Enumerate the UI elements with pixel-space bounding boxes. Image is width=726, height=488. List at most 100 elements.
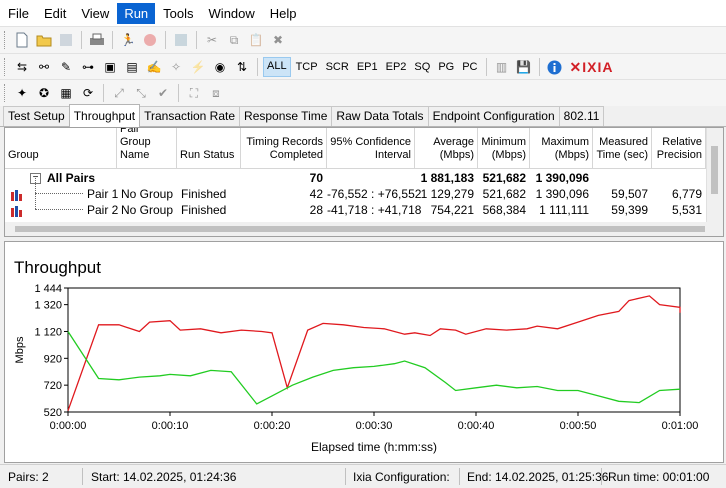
traffic-icon[interactable]: ✧ [167,58,185,76]
table-row[interactable]: Pair 1 No Group Finished 42 -76,552 : +7… [5,178,705,202]
x-tick-label: 0:00:10 [152,420,189,432]
filter-sq-button[interactable]: SQ [411,58,433,76]
menu-help[interactable]: Help [263,3,304,24]
edit-script-icon[interactable]: ✍ [145,58,163,76]
save-results-icon[interactable]: 💾 [515,58,533,76]
toolbar-view: ⇆ ⚯ ✎ ⊶ ▣ ▤ ✍ ✧ ⚡ ◉ ⇅ ALL TCP SCR EP1 EP… [0,53,726,80]
tab-throughput[interactable]: Throughput [68,104,141,127]
scrollbar-thumb[interactable] [15,226,705,232]
edit-pair-icon[interactable]: ✎ [57,58,75,76]
grid-tool-icon[interactable]: ▦ [57,84,75,102]
cycle-icon[interactable]: ⟳ [79,84,97,102]
options-icon[interactable]: ◉ [211,58,229,76]
run-icon[interactable]: 🏃 [119,31,137,49]
network-icon[interactable]: ⊶ [79,58,97,76]
minimum: 568,384 [482,203,526,217]
delete-icon[interactable]: ✖ [269,31,287,49]
run-status: Finished [181,203,227,217]
tab-802-11[interactable]: 802.11 [558,106,605,126]
tool-icon[interactable]: ✪ [35,84,53,102]
expand-icon[interactable]: ⤢ [110,84,128,102]
tree-line [35,178,36,193]
table-row[interactable]: Pair 2 No Group Finished 28 -41,718 : +4… [5,194,705,218]
timing-records: 28 [309,203,323,217]
toolbar-tools: ✦ ✪ ▦ ⟳ ⤢ ⤡ ✔ ⛶ ⧈ [0,79,726,106]
open-folder-icon[interactable] [35,31,53,49]
collapse-icon[interactable]: ⤡ [132,84,150,102]
filter-pg-button[interactable]: PG [435,58,457,76]
x-axis-label: Elapsed time (h:mm:ss) [311,440,437,454]
status-start: Start: 14.02.2025, 01:24:36 [91,470,237,484]
sort-icon[interactable]: ⇅ [233,58,251,76]
y-axis-label: Mbps [14,336,26,363]
timing-records: 42 [309,187,323,201]
menu-tools[interactable]: Tools [156,3,200,24]
menu-window[interactable]: Window [202,3,262,24]
wizard-icon[interactable]: ✦ [13,84,31,102]
menu-edit[interactable]: Edit [37,3,73,24]
column-header-measured-time[interactable]: Measured Time (sec) [593,128,652,169]
info-icon[interactable] [546,58,564,76]
throughput-chart: 1 444 1 320 1 120 920 720 520 0:00:00 0:00:10 0… [14,283,699,454]
tab-response-time[interactable]: Response Time [239,106,333,126]
pair-group-name: No Group [121,187,174,201]
column-header-run-status[interactable]: Run Status [177,128,241,169]
tab-raw-data-totals[interactable]: Raw Data Totals [331,106,429,126]
status-pairs: Pairs: 2 [8,470,49,484]
measured-time: 59,399 [611,203,648,217]
menu-file[interactable]: File [1,3,36,24]
column-header-confidence-interval[interactable]: 95% Confidence Interval [327,128,415,169]
filter-all-button[interactable]: ALL [263,57,291,77]
add-multicast-icon[interactable]: ⚯ [35,58,53,76]
x-tick-label: 0:01:00 [662,420,699,432]
tab-test-setup[interactable]: Test Setup [3,106,70,126]
ixia-logo: ✕IXIA [569,58,614,75]
status-run-time: Run time: 00:01:00 [608,470,710,484]
filter-scr-button[interactable]: SCR [323,58,352,76]
export-icon[interactable]: ▥ [493,58,511,76]
stop-icon[interactable] [141,31,159,49]
endpoint-icon[interactable]: ▣ [101,58,119,76]
x-tick-label: 0:00:50 [560,420,597,432]
pair-group-icon[interactable]: ▤ [123,58,141,76]
scrollbar-thumb[interactable] [711,146,718,194]
refresh-icon[interactable] [172,31,190,49]
filter-pc-button[interactable]: PC [459,58,480,76]
horizontal-scrollbar[interactable] [5,222,723,236]
filter-ep2-button[interactable]: EP2 [383,58,410,76]
all-pairs-maximum: 1 390,096 [535,171,589,185]
menu-view[interactable]: View [74,3,116,24]
column-header-timing-records[interactable]: Timing Records Completed [241,128,327,169]
y-tick-label: 520 [44,407,62,419]
print-icon[interactable] [88,31,106,49]
tab-endpoint-configuration[interactable]: Endpoint Configuration [427,106,560,126]
check-icon[interactable]: ✔ [154,84,172,102]
column-header-pair-group-name[interactable]: Pair Group Name [117,128,177,169]
column-header-group[interactable]: Group [5,128,117,169]
new-file-icon[interactable] [13,31,31,49]
tree-line [35,209,83,210]
tab-transaction-rate[interactable]: Transaction Rate [139,106,241,126]
save-icon[interactable] [57,31,75,49]
table-row-all-pairs[interactable]: − All Pairs 70 1 881,183 521,682 1 390,0… [5,170,705,186]
y-tick-label: 1 320 [34,300,62,312]
fullscreen-icon[interactable]: ⛶ [185,84,203,102]
column-header-average[interactable]: Average (Mbps) [415,128,478,169]
filter-tcp-button[interactable]: TCP [293,58,321,76]
cut-icon[interactable]: ✂ [203,31,221,49]
column-header-relative-precision[interactable]: Relative Precision [652,128,706,169]
wand-icon[interactable]: ⚡ [189,58,207,76]
copy-icon[interactable]: ⧉ [225,31,243,49]
relative-precision: 5,531 [671,203,702,217]
filter-ep1-button[interactable]: EP1 [354,58,381,76]
status-bar: Pairs: 2 Start: 14.02.2025, 01:24:36 Ixi… [0,464,726,488]
vertical-scrollbar[interactable] [706,128,723,236]
paste-icon[interactable]: 📋 [247,31,265,49]
menu-run[interactable]: Run [117,2,156,24]
add-pair-icon[interactable]: ⇆ [13,58,31,76]
column-header-maximum[interactable]: Maximum (Mbps) [530,128,593,169]
tree-line [35,194,36,209]
compare-icon[interactable]: ⧈ [207,84,225,102]
average: 1 129,279 [420,187,474,201]
column-header-minimum[interactable]: Minimum (Mbps) [478,128,530,169]
